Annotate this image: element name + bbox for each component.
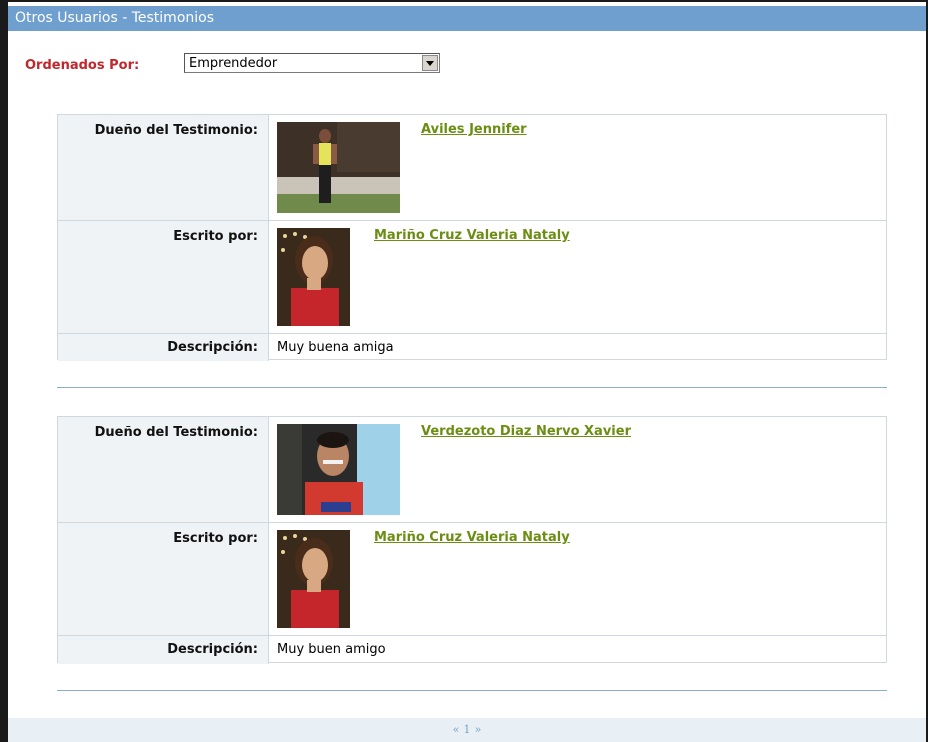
sort-select-value: Emprendedor [189, 56, 278, 71]
chevron-down-icon[interactable] [422, 55, 438, 71]
writer-photo[interactable] [277, 530, 350, 628]
writer-label: Escrito por: [173, 229, 258, 244]
description-text: Muy buena amiga [277, 340, 394, 355]
divider [57, 387, 887, 388]
owner-name-link[interactable]: Verdezoto Diaz Nervo Xavier [421, 424, 631, 439]
owner-row: Dueño del Testimonio: Aviles Jennifer [58, 115, 886, 220]
sort-label: Ordenados Por: [25, 58, 140, 73]
pager-prev-link[interactable]: « [453, 723, 460, 736]
pager-next-link[interactable]: » [475, 723, 482, 736]
owner-photo[interactable] [277, 122, 400, 213]
sort-select[interactable]: Emprendedor [184, 53, 440, 73]
description-row: Descripción: Muy buena amiga [58, 333, 886, 361]
owner-photo[interactable] [277, 424, 400, 515]
pager-page-1[interactable]: 1 [464, 723, 471, 736]
description-label: Descripción: [167, 340, 258, 355]
description-row: Descripción: Muy buen amigo [58, 635, 886, 664]
owner-name-link[interactable]: Aviles Jennifer [421, 122, 527, 137]
writer-row: Escrito por: Mariño Cruz Valeria Nataly [58, 522, 886, 636]
pagination: « 1 » [8, 718, 926, 742]
owner-row: Dueño del Testimonio: Verdezoto Diaz Ner… [58, 417, 886, 522]
owner-label: Dueño del Testimonio: [94, 425, 258, 440]
page-title: Otros Usuarios - Testimonios [8, 6, 926, 31]
divider [57, 690, 887, 691]
description-label: Descripción: [167, 642, 258, 657]
writer-name-link[interactable]: Mariño Cruz Valeria Nataly [374, 228, 570, 243]
writer-label: Escrito por: [173, 531, 258, 546]
writer-row: Escrito por: Mariño Cruz Valeria Nataly [58, 220, 886, 334]
description-text: Muy buen amigo [277, 642, 386, 657]
owner-label: Dueño del Testimonio: [94, 123, 258, 138]
writer-name-link[interactable]: Mariño Cruz Valeria Nataly [374, 530, 570, 545]
testimonial-card: Dueño del Testimonio: Verdezoto Diaz Ner… [57, 416, 887, 664]
testimonial-card: Dueño del Testimonio: Aviles Jennifer Es… [57, 114, 887, 361]
writer-photo[interactable] [277, 228, 350, 326]
